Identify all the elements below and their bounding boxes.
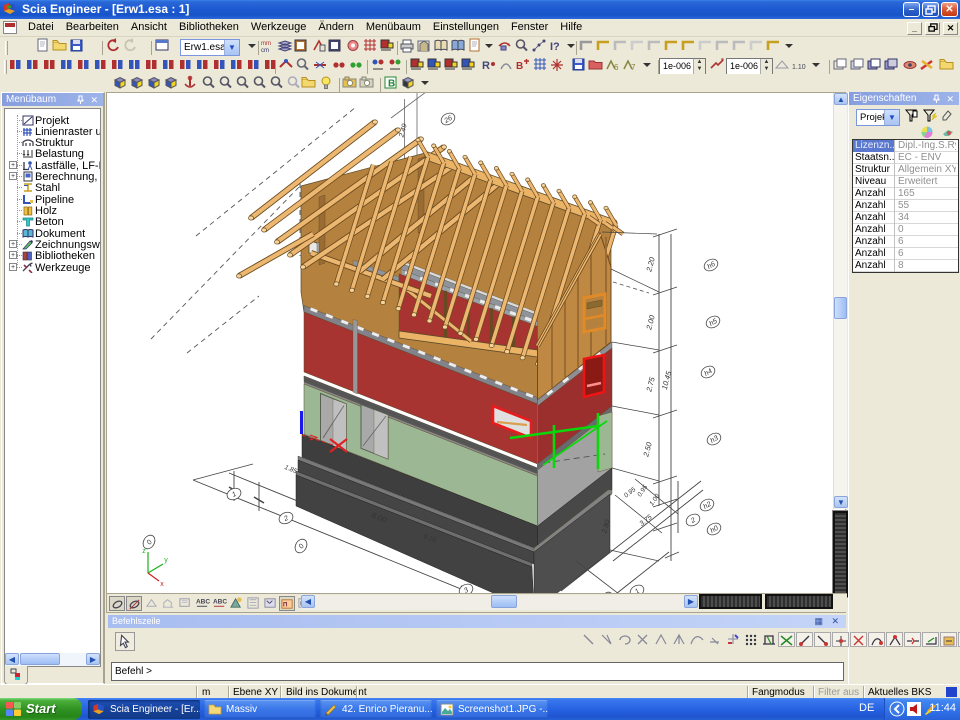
svg-text:I?: I? xyxy=(550,41,560,53)
svg-text:cm: cm xyxy=(261,48,269,53)
svg-text:ABC: ABC xyxy=(195,598,209,605)
svg-text:7: 7 xyxy=(631,63,636,72)
svg-text:x: x xyxy=(160,581,164,588)
svg-text:1.10: 1.10 xyxy=(792,64,806,71)
svg-text:2.20: 2.20 xyxy=(644,255,657,273)
svg-text:2.50: 2.50 xyxy=(641,440,654,458)
svg-text:B: B xyxy=(516,61,523,72)
svg-text:10.45: 10.45 xyxy=(660,369,674,390)
svg-text:ABC: ABC xyxy=(212,598,226,605)
svg-text:2.00: 2.00 xyxy=(644,313,657,331)
svg-text:mm: mm xyxy=(261,41,271,47)
svg-text:R: R xyxy=(482,60,490,72)
svg-text:y: y xyxy=(164,557,168,564)
svg-text:z: z xyxy=(142,548,146,555)
svg-text:0.95: 0.95 xyxy=(623,486,638,500)
svg-text:6: 6 xyxy=(614,63,619,72)
svg-text:B: B xyxy=(388,79,395,90)
svg-text:2.75: 2.75 xyxy=(644,375,657,393)
